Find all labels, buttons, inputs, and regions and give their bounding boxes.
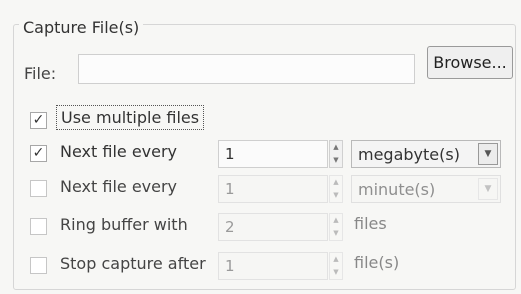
chevron-down-icon[interactable]: ▼ (478, 178, 498, 200)
spin-up-icon[interactable]: ▲ (330, 141, 342, 154)
next-file-size-label[interactable]: Next file every (60, 142, 177, 161)
next-file-size-value-input[interactable] (218, 140, 328, 168)
use-multiple-files-checkbox[interactable]: ✓ (30, 112, 47, 129)
spin-down-icon[interactable]: ▼ (330, 266, 342, 279)
ring-buffer-unit: files (354, 214, 387, 233)
next-file-size-spinner[interactable]: ▲ ▼ (329, 140, 343, 168)
ring-buffer-row: Ring buffer with ▲ ▼ files (0, 213, 521, 243)
stop-capture-spinner[interactable]: ▲ ▼ (329, 252, 343, 280)
stop-capture-value-input[interactable] (218, 252, 328, 280)
stop-capture-row: Stop capture after ▲ ▼ file(s) (0, 252, 521, 282)
use-multiple-files-label[interactable]: Use multiple files (56, 105, 205, 130)
ring-buffer-value-input[interactable] (218, 213, 328, 241)
use-multiple-files-row: ✓ Use multiple files (0, 105, 521, 137)
spin-up-icon[interactable]: ▲ (330, 214, 342, 227)
next-file-size-row: ✓ Next file every ▲ ▼ megabyte(s) ▼ (0, 140, 521, 170)
spin-down-icon[interactable]: ▼ (330, 227, 342, 240)
browse-button[interactable]: Browse... (427, 46, 513, 79)
next-file-time-value-input[interactable] (218, 175, 328, 203)
next-file-time-row: Next file every ▲ ▼ minute(s) ▼ (0, 175, 521, 205)
stop-capture-unit: file(s) (354, 253, 400, 272)
next-file-time-spinner[interactable]: ▲ ▼ (329, 175, 343, 203)
next-file-size-checkbox[interactable]: ✓ (30, 145, 47, 162)
file-input[interactable] (78, 54, 415, 84)
spin-up-icon[interactable]: ▲ (330, 253, 342, 266)
next-file-time-label[interactable]: Next file every (60, 177, 177, 196)
next-file-time-unit-select[interactable]: minute(s) ▼ (351, 175, 501, 203)
spin-down-icon[interactable]: ▼ (330, 189, 342, 202)
ring-buffer-label[interactable]: Ring buffer with (60, 215, 188, 234)
next-file-size-unit-select[interactable]: megabyte(s) ▼ (351, 140, 501, 168)
spin-down-icon[interactable]: ▼ (330, 154, 342, 167)
file-label: File: (24, 64, 57, 83)
next-file-size-unit-value: megabyte(s) (358, 145, 460, 164)
ring-buffer-spinner[interactable]: ▲ ▼ (329, 213, 343, 241)
stop-capture-label[interactable]: Stop capture after (60, 254, 206, 273)
next-file-time-checkbox[interactable] (30, 180, 47, 197)
ring-buffer-checkbox[interactable] (30, 218, 47, 235)
chevron-down-icon[interactable]: ▼ (478, 143, 498, 165)
next-file-time-unit-value: minute(s) (358, 180, 436, 199)
spin-up-icon[interactable]: ▲ (330, 176, 342, 189)
stop-capture-checkbox[interactable] (30, 257, 47, 274)
group-title: Capture File(s) (19, 18, 144, 37)
